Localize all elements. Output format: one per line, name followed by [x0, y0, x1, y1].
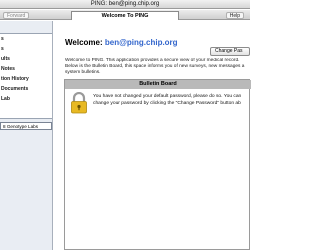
sidebar-item-results[interactable]: ults — [0, 54, 52, 64]
sidebar-item-2[interactable]: s — [0, 44, 52, 54]
bulletin-board-title: Bulletin Board — [65, 80, 251, 89]
source-select[interactable]: 8 Genotype Labs — [0, 122, 52, 130]
welcome-email: ben@ping.chip.org — [104, 38, 178, 47]
intro-line-3: system bulletins. — [65, 70, 101, 75]
bulletin-message-line-2: change your password by clicking the "Ch… — [93, 101, 241, 106]
welcome-prefix: Welcome: — [65, 38, 105, 47]
main-content: Welcome: ben@ping.chip.org Change Pas We… — [54, 21, 251, 250]
bulletin-board: Bulletin Board You have not changed your… — [64, 79, 251, 250]
tab-welcome[interactable]: Welcome To PING — [71, 11, 179, 20]
lock-icon — [71, 92, 87, 114]
help-button[interactable]: Help — [225, 12, 244, 19]
sidebar-item-lab[interactable]: Lab — [0, 94, 52, 104]
sidebar-item-history[interactable]: tion History — [0, 74, 52, 84]
sidebar-item-notes[interactable]: Notes — [0, 64, 52, 74]
forward-button[interactable]: Forward — [3, 12, 30, 19]
sidebar-item-1[interactable]: s — [0, 34, 52, 44]
window-title: PING: ben@ping.chip.org — [0, 0, 250, 9]
toolbar: Forward Welcome To PING Help — [0, 10, 250, 20]
welcome-heading: Welcome: ben@ping.chip.org — [65, 38, 178, 47]
change-password-button[interactable]: Change Pas — [210, 47, 250, 56]
intro-text: Welcome to PING. This application provid… — [65, 58, 250, 76]
sidebar-list: s s ults Notes tion History Documents La… — [0, 33, 52, 119]
sidebar: s s ults Notes tion History Documents La… — [0, 21, 53, 250]
bulletin-message-line-1: You have not changed your default passwo… — [93, 94, 242, 99]
sidebar-item-documents[interactable]: Documents — [0, 84, 52, 94]
bulletin-message: You have not changed your default passwo… — [93, 93, 250, 107]
